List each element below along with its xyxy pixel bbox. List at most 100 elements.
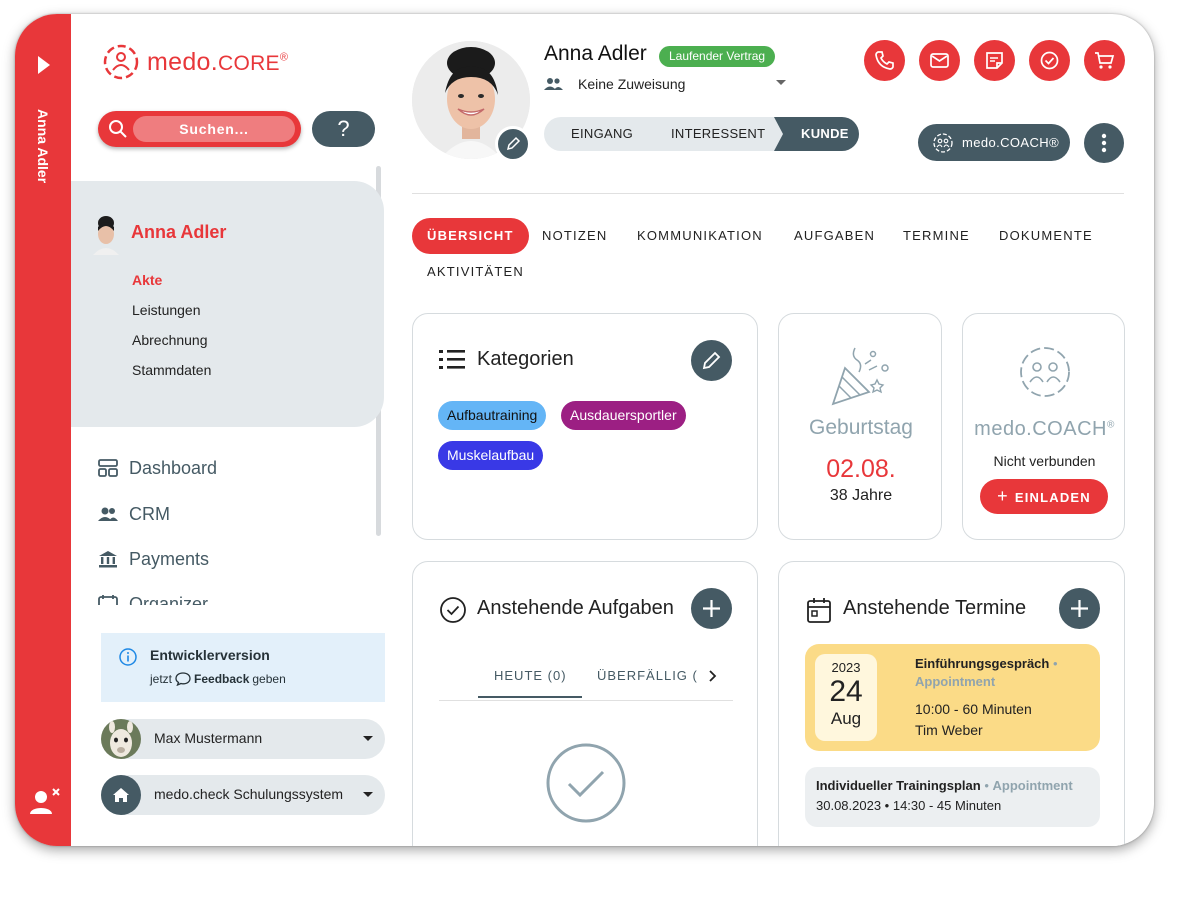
note-icon bbox=[986, 52, 1003, 69]
nav-item-dashboard[interactable]: Dashboard bbox=[97, 457, 217, 479]
assignment-value: Keine Zuweisung bbox=[578, 76, 686, 92]
appointments-title: Anstehende Termine bbox=[843, 597, 1027, 619]
medo-coach-button[interactable]: medo.COACH® bbox=[918, 124, 1070, 161]
next-appointment-heading: Individueller Trainingsplan • Appointmen… bbox=[816, 778, 1073, 793]
birthday-title: Geburtstag bbox=[809, 416, 913, 439]
next-appointment[interactable]: Individueller Trainingsplan • Appointmen… bbox=[805, 767, 1100, 827]
user-avatar bbox=[101, 719, 141, 759]
stage-kunde[interactable]: KUNDE bbox=[801, 117, 849, 151]
appointment-time: 10:00 - 60 Minuten bbox=[915, 701, 1032, 717]
add-task-button[interactable] bbox=[691, 588, 732, 629]
patient-link-stammdaten[interactable]: Stammdaten bbox=[132, 362, 211, 378]
alpaca-avatar-icon bbox=[101, 719, 141, 759]
subtab-ueberfaellig[interactable]: ÜBERFÄLLIG ( bbox=[597, 668, 698, 683]
patient-link-akte[interactable]: Akte bbox=[132, 272, 162, 288]
nav-label: Dashboard bbox=[129, 457, 218, 478]
caret-down-icon[interactable] bbox=[776, 80, 786, 85]
feedback-link[interactable]: Feedback bbox=[194, 672, 249, 686]
tasks-card: Anstehende Aufgaben HEUTE (0) ÜBERFÄLLIG… bbox=[412, 561, 758, 846]
edit-categories-button[interactable] bbox=[691, 340, 732, 381]
patient-name[interactable]: Anna Adler bbox=[131, 222, 226, 243]
search-label: Suchen... bbox=[133, 116, 295, 142]
add-appointment-button[interactable] bbox=[1059, 588, 1100, 629]
brand-core-text: CORE bbox=[217, 51, 280, 75]
tab-notizen[interactable]: NOTIZEN bbox=[542, 228, 607, 243]
active-subtab-indicator bbox=[478, 696, 582, 698]
stage-eingang[interactable]: EINGANG bbox=[571, 117, 633, 151]
main-content: Anna Adler Laufender Vertrag Keine Zuwei… bbox=[384, 14, 1154, 846]
app-window: Anna Adler medo.CORE® Suchen... ? Anna A… bbox=[15, 14, 1154, 846]
featured-appointment[interactable]: 2023 24 Aug Einführungsgespräch • Appoin… bbox=[805, 644, 1100, 751]
nav-label: Organizer bbox=[129, 593, 209, 606]
empty-check-icon bbox=[546, 743, 626, 823]
coach-brand-text: medo.COACH bbox=[974, 418, 1107, 440]
task-button[interactable] bbox=[1029, 40, 1070, 81]
plus-icon bbox=[703, 600, 720, 617]
medo-core-logo[interactable]: medo.CORE® bbox=[101, 42, 288, 82]
bullet: • bbox=[1052, 656, 1058, 671]
check-circle-icon bbox=[440, 597, 466, 623]
header-divider bbox=[412, 193, 1124, 194]
tab-dokumente[interactable]: DOKUMENTE bbox=[999, 228, 1093, 243]
plus-icon bbox=[1071, 600, 1088, 617]
pencil-icon bbox=[702, 351, 721, 370]
system-selector[interactable]: medo.check Schulungssystem bbox=[101, 775, 385, 815]
nav-item-payments[interactable]: Payments bbox=[97, 548, 209, 570]
tab-termine[interactable]: TERMINE bbox=[903, 228, 970, 243]
coach-brand: medo.COACH® bbox=[963, 418, 1126, 441]
tab-uebersicht[interactable]: ÜBERSICHT bbox=[412, 218, 529, 254]
nav-item-organizer[interactable]: Organizer bbox=[97, 593, 208, 605]
profile-name: Anna Adler bbox=[544, 42, 647, 65]
next-appointment-type: Appointment bbox=[992, 778, 1073, 793]
chevron-right-icon[interactable] bbox=[706, 669, 720, 683]
lifecycle-stages: EINGANG INTERESSENT KUNDE bbox=[544, 117, 859, 151]
sidebar: medo.CORE® Suchen... ? Anna Adler Akte L… bbox=[71, 14, 385, 846]
stage-interessent[interactable]: INTERESSENT bbox=[671, 117, 765, 151]
email-button[interactable] bbox=[919, 40, 960, 81]
patient-avatar[interactable] bbox=[93, 215, 119, 255]
user-selector[interactable]: Max Mustermann bbox=[101, 719, 385, 759]
patient-link-abrechnung[interactable]: Abrechnung bbox=[132, 332, 208, 348]
next-appointment-detail: 30.08.2023 • 14:30 - 45 Minuten bbox=[816, 798, 1002, 813]
call-button[interactable] bbox=[864, 40, 905, 81]
user-remove-icon[interactable] bbox=[28, 784, 62, 818]
birthday-card: Geburtstag 02.08. 38 Jahre bbox=[778, 313, 942, 540]
categories-card: Kategorien Aufbautraining Ausdauersportl… bbox=[412, 313, 758, 540]
tab-kommunikation[interactable]: KOMMUNIKATION bbox=[637, 228, 763, 243]
appointment-day: 24 bbox=[829, 675, 863, 708]
caret-down-icon bbox=[363, 736, 373, 741]
feedback-bubble-icon bbox=[175, 672, 191, 686]
people-icon bbox=[98, 507, 118, 521]
category-chip[interactable]: Muskelaufbau bbox=[438, 441, 544, 470]
assignment-select[interactable]: Keine Zuweisung bbox=[544, 76, 685, 92]
nav-item-crm[interactable]: CRM bbox=[97, 503, 170, 525]
dashboard-icon bbox=[98, 459, 118, 477]
dev-notice-suffix: geben bbox=[252, 672, 286, 686]
edit-photo-button[interactable] bbox=[495, 126, 531, 162]
coach-button-label: medo.COACH® bbox=[962, 135, 1060, 150]
note-button[interactable] bbox=[974, 40, 1015, 81]
coach-logo-icon bbox=[933, 132, 953, 153]
help-button[interactable]: ? bbox=[312, 111, 375, 147]
tab-aktivitaeten[interactable]: AKTIVITÄTEN bbox=[427, 264, 524, 279]
cart-button[interactable] bbox=[1084, 40, 1125, 81]
more-options-button[interactable] bbox=[1084, 123, 1124, 163]
registered-mark: ® bbox=[279, 51, 289, 64]
appointment-person: Tim Weber bbox=[915, 722, 983, 738]
invite-button[interactable]: + EINLADEN bbox=[980, 479, 1108, 514]
pencil-icon bbox=[506, 136, 521, 151]
expand-arrow-icon[interactable] bbox=[38, 56, 50, 74]
subtab-heute[interactable]: HEUTE (0) bbox=[494, 668, 567, 683]
calendar-icon bbox=[807, 598, 831, 623]
rail-patient-name: Anna Adler bbox=[35, 109, 51, 184]
category-chip[interactable]: Aufbautraining bbox=[438, 401, 547, 430]
plus-icon: + bbox=[997, 486, 1009, 506]
patient-link-leistungen[interactable]: Leistungen bbox=[132, 302, 201, 318]
tab-aufgaben[interactable]: AUFGABEN bbox=[794, 228, 875, 243]
system-avatar bbox=[101, 775, 141, 815]
user-name: Max Mustermann bbox=[154, 730, 263, 746]
phone-icon bbox=[875, 51, 894, 70]
category-chip[interactable]: Ausdauersportler bbox=[561, 401, 686, 430]
search-button[interactable]: Suchen... bbox=[98, 111, 301, 147]
home-icon bbox=[113, 788, 129, 802]
